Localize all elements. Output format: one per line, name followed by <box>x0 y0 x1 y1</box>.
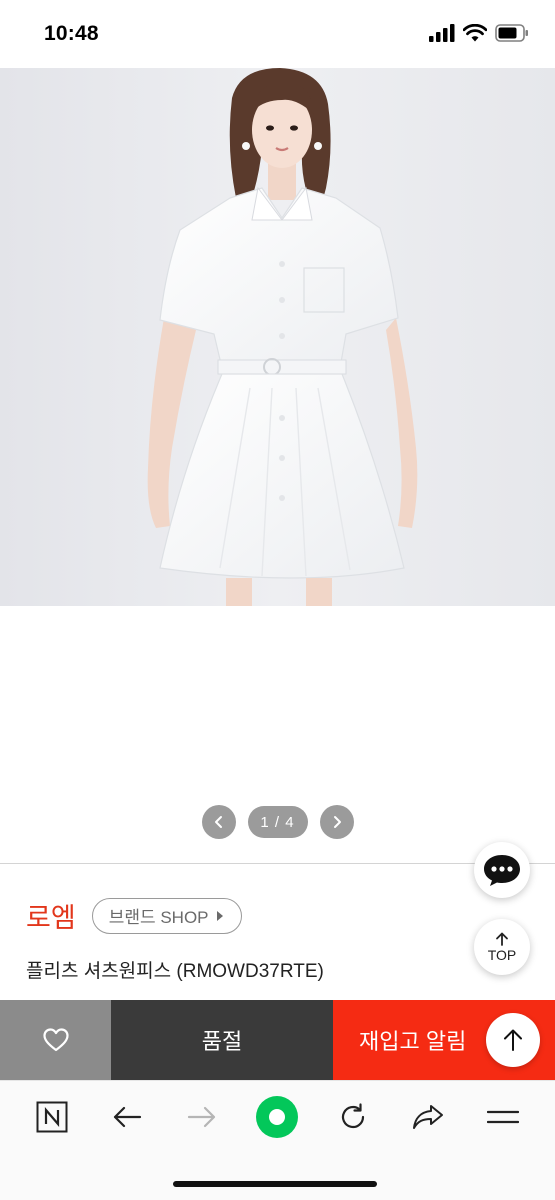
battery-icon <box>495 24 528 42</box>
next-image-button[interactable] <box>319 805 354 839</box>
wishlist-button[interactable] <box>0 1000 111 1080</box>
gallery-pager: 1 / 4 <box>0 805 555 839</box>
brand-shop-button[interactable]: 브랜드 SHOP <box>91 897 242 934</box>
browser-items <box>0 1096 555 1138</box>
status-icons <box>429 24 529 42</box>
heart-icon <box>42 1028 69 1052</box>
brand-row: 로엠 브랜드 SHOP <box>26 896 242 935</box>
back-button[interactable] <box>105 1097 149 1137</box>
wifi-icon <box>463 24 487 42</box>
action-bar: 품절 재입고 알림 <box>0 1000 555 1080</box>
brand-shop-label: 브랜드 SHOP <box>108 908 209 927</box>
naver-home-button[interactable] <box>30 1097 74 1137</box>
caret-right-icon <box>216 910 223 921</box>
product-image[interactable] <box>0 68 555 606</box>
chat-button[interactable] <box>474 842 530 898</box>
chevron-right-icon <box>333 816 341 828</box>
share-icon <box>413 1105 444 1129</box>
product-title: 플리츠 셔츠원피스 (RMOWD37RTE) <box>26 961 324 982</box>
status-time: 10:48 <box>44 22 99 45</box>
reload-icon <box>341 1103 364 1129</box>
soldout-button[interactable]: 품절 <box>111 1000 333 1080</box>
forward-arrow-icon <box>188 1106 216 1128</box>
gallery-counter: 1 / 4 <box>247 806 308 838</box>
brand-name[interactable]: 로엠 <box>26 896 76 935</box>
signal-icon <box>429 24 455 42</box>
prev-image-button[interactable] <box>201 805 236 839</box>
green-dot-icon <box>256 1096 299 1138</box>
arrow-up-icon <box>496 932 508 946</box>
divider <box>0 863 555 864</box>
forward-button[interactable] <box>180 1097 224 1137</box>
menu-button[interactable] <box>481 1097 525 1137</box>
screen: 10:48 1 / 4 로엠 브랜드 SHOP 플리츠 셔츠원피스 (RMOWD… <box>0 0 555 1200</box>
home-indicator <box>173 1181 377 1187</box>
back-arrow-icon <box>113 1106 142 1128</box>
scroll-top-button[interactable]: TOP <box>474 919 530 975</box>
arrow-up-icon <box>504 1029 522 1051</box>
green-dot-button[interactable] <box>255 1096 299 1138</box>
scroll-up-button[interactable] <box>486 1013 540 1067</box>
reload-button[interactable] <box>331 1097 375 1137</box>
naver-n-icon <box>36 1101 68 1133</box>
share-button[interactable] <box>406 1097 450 1137</box>
chevron-left-icon <box>214 816 222 828</box>
status-bar: 10:48 <box>0 0 555 68</box>
dress-photo <box>0 68 555 606</box>
chat-icon <box>484 855 520 886</box>
image-area-blank <box>0 606 555 801</box>
menu-icon <box>487 1110 520 1124</box>
top-label: TOP <box>487 946 517 963</box>
